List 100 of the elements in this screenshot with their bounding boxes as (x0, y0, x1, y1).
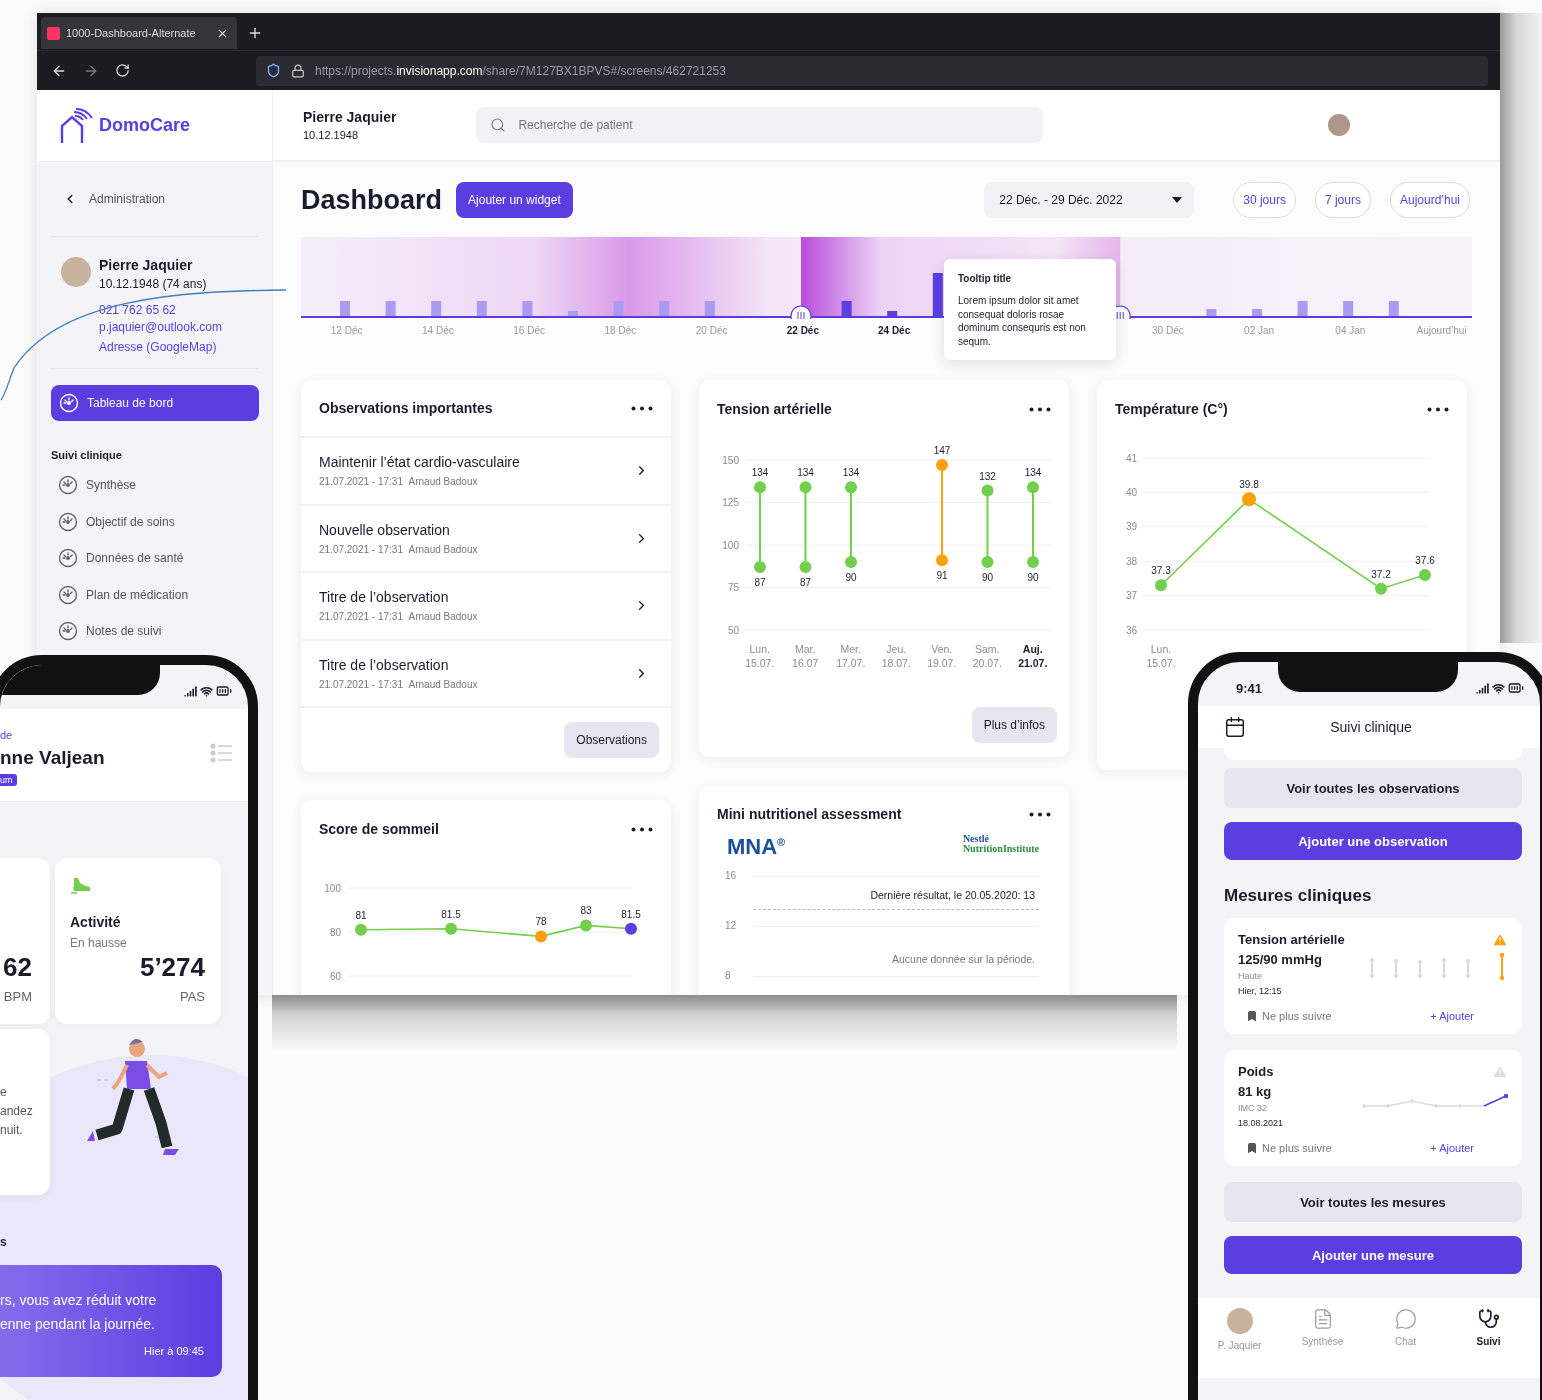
address-link[interactable]: Adresse (GoogleMap) (99, 340, 222, 354)
axis-label: 12 (725, 920, 738, 933)
dial-icon (58, 584, 78, 605)
measure-value: 125/90 mmHg (1238, 952, 1323, 967)
add-widget-button[interactable]: Ajouter un widget (456, 182, 573, 218)
data-point (754, 481, 766, 494)
more-icon[interactable] (631, 826, 653, 832)
see-observations-button[interactable]: Voir toutes les observations (1224, 768, 1522, 808)
card-title: Observations importantes (319, 400, 493, 416)
message-card[interactable]: rs, vous avez réduit votre enne pendant la journée. Hier à 09:45 (0, 1265, 222, 1377)
measure-date: 18.08.2021 (1238, 1118, 1285, 1128)
add-measure-button[interactable]: Ajouter une mesure (1224, 1236, 1522, 1274)
nav-item[interactable]: Objectif de soins (51, 503, 259, 540)
nav-item[interactable]: Tableau de bord (51, 385, 259, 421)
observation-item[interactable]: Nouvelle observation 21.07.2021 - 17:31 Arnaud Badoux (301, 505, 671, 573)
value-label: 134 (751, 467, 769, 479)
nav-item[interactable]: Notes de suivi (51, 613, 259, 650)
add-link[interactable]: + Ajouter (1430, 1142, 1474, 1154)
range-button[interactable]: 30 jours (1233, 182, 1296, 218)
range-button[interactable]: 7 jours (1314, 182, 1371, 218)
tooltip-text: Lorem ipsum dolor sit amet consequat doloris rosae dominum consequris est non sequm. (958, 294, 1087, 348)
bookmark-icon (1246, 1010, 1258, 1022)
more-icon[interactable] (631, 405, 653, 411)
value-label: 147 (933, 445, 951, 457)
more-info-button[interactable]: Plus d’infos (971, 707, 1057, 743)
axis-label: 37 (1125, 590, 1137, 602)
axis-label: 30 Déc (1151, 325, 1185, 336)
observation-item[interactable]: Titre de l’observation 21.07.2021 - 17:31 Arnaud Badoux (301, 573, 671, 641)
section-title: Suivi clinique (51, 449, 123, 461)
reload-icon[interactable] (115, 63, 130, 78)
back-link[interactable]: Administration (51, 162, 259, 237)
calendar-icon[interactable] (1224, 716, 1246, 738)
caret-icon (1172, 197, 1183, 203)
card-title: Activité (70, 914, 122, 930)
observation-meta: 21.07.2021 - 17:31 Arnaud Badoux (319, 678, 478, 690)
card-title: Tension artérielle (717, 401, 832, 417)
axis-label: Lun. 15.07. (1145, 642, 1177, 671)
axis-label: Jeu. 18.07. (880, 642, 912, 671)
status-icons (184, 683, 232, 699)
axis-label: 14 Déc (421, 325, 455, 336)
activity-card[interactable]: Activité En hausse 5’274 PAS (55, 858, 221, 1024)
axis-label: 36 (1125, 624, 1137, 636)
tip-text: nuit. (0, 1122, 24, 1140)
axis-label: Mer. 17.07. (835, 642, 867, 671)
unfollow-link[interactable]: Ne plus suivre (1246, 1010, 1332, 1022)
tab-bar-item[interactable]: Suivi (1447, 1308, 1530, 1378)
heart-rate-card[interactable]: 62 BPM (0, 858, 50, 1024)
add-link[interactable]: + Ajouter (1430, 1010, 1474, 1022)
address-bar[interactable]: https://projects.invisionapp.com/share/7M127BX1BPVS#/screens/462721253 (256, 55, 1488, 86)
measure-card[interactable]: Tension artérielle 125/90 mmHg Haute Hier, 12:15 Ne plus suivre + Ajouter (1224, 918, 1522, 1034)
measure-note: Haute (1238, 971, 1264, 981)
observation-title: Titre de l’observation (319, 589, 450, 606)
heart-rate-value: 62 (2, 952, 32, 983)
value-label: 81 (355, 909, 367, 921)
favicon-icon (47, 26, 60, 40)
section-title: s (0, 1235, 8, 1249)
logo-text: DomoCare (99, 115, 191, 136)
measure-value: 81 kg (1238, 1084, 1273, 1099)
nav-item[interactable]: Synthèse (51, 467, 259, 504)
axis-label: 75 (727, 582, 739, 593)
see-measures-button[interactable]: Voir toutes les mesures (1224, 1182, 1522, 1222)
unfollow-link[interactable]: Ne plus suivre (1246, 1142, 1332, 1154)
dial-icon (58, 621, 78, 642)
axis-label: Ven. 19.07. (926, 642, 958, 671)
range-button[interactable]: Aujourd’hui (1389, 182, 1470, 218)
stethoscope-icon (1477, 1308, 1500, 1330)
observation-item[interactable]: Maintenir l’état cardio-vasculaire 21.07.2021 - 17:31 Arnaud Badoux (301, 438, 671, 506)
observation-item[interactable]: Titre de l’observation 21.07.2021 - 17:31 Arnaud Badoux (301, 640, 671, 708)
add-observation-button[interactable]: Ajouter une observation (1224, 822, 1522, 860)
avatar (1226, 1308, 1253, 1334)
axis-label: 150 (722, 454, 739, 466)
measure-title: Tension artérielle (1238, 932, 1346, 947)
data-point (936, 459, 948, 472)
browser-tab[interactable]: 1000-Dashboard-Alternate (41, 17, 237, 49)
date-range-select[interactable]: 22 Déc. - 29 Déc. 2022 (984, 182, 1195, 218)
new-tab-icon[interactable] (247, 25, 263, 41)
bookmark-icon (1246, 1142, 1258, 1154)
patient-birthdate: 10.12.1948 (303, 129, 360, 141)
axis-label: Mar. 16.07 (791, 642, 820, 671)
axis-label: 41 (1125, 452, 1137, 464)
value-label: 87 (754, 577, 766, 589)
search-input[interactable]: Recherche de patient (516, 117, 1030, 133)
tip-card[interactable]: e andez nuit. (0, 1029, 50, 1195)
nav-item[interactable]: Données de santé (51, 540, 259, 577)
measure-card[interactable]: Poids 81 kg IMC 32 18.08.2021 Ne plus suivre + Ajouter (1224, 1050, 1522, 1166)
axis-label: 16 Déc (512, 325, 546, 336)
email-link[interactable]: p.jaquier@outlook.com (99, 320, 222, 334)
search-field[interactable]: Recherche de patient (476, 107, 1044, 143)
more-icon[interactable] (1029, 406, 1051, 412)
card-subtitle: En hausse (70, 936, 128, 950)
nav-item[interactable]: Plan de médication (51, 576, 259, 613)
user-avatar[interactable] (1328, 114, 1350, 136)
more-icon[interactable] (1029, 811, 1051, 817)
partner-logo: Nestlé NutritionInstitute (962, 834, 1039, 853)
axis-label: 12 Déc (329, 325, 364, 336)
more-icon[interactable] (1427, 406, 1449, 412)
observations-button[interactable]: Observations (564, 722, 659, 758)
data-point (754, 561, 766, 574)
axis-label: 100 (722, 539, 739, 551)
activity-timeline[interactable] (301, 237, 1472, 319)
